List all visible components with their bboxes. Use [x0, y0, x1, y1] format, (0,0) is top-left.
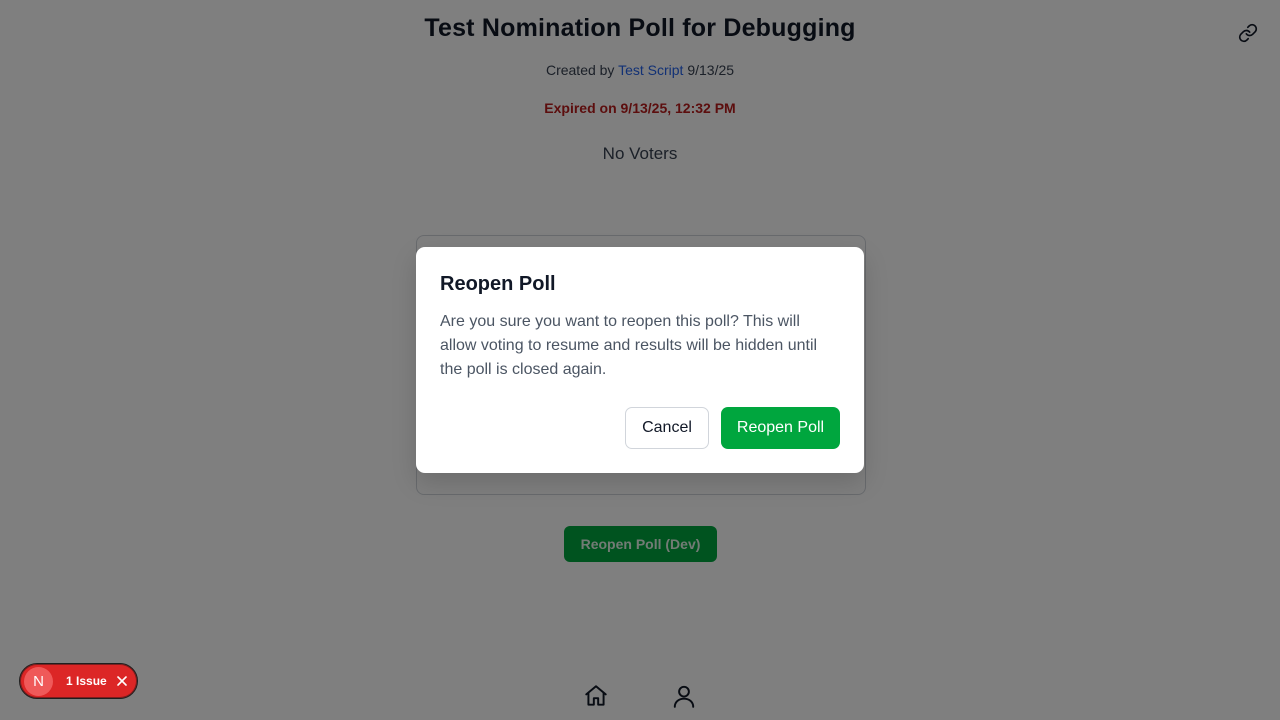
dev-issues-badge[interactable]: N 1 Issue	[19, 663, 138, 699]
close-icon[interactable]	[114, 673, 130, 689]
cancel-button[interactable]: Cancel	[625, 407, 709, 449]
reopen-poll-button[interactable]: Reopen Poll	[721, 407, 840, 449]
nextjs-logo-icon[interactable]: N	[24, 667, 53, 696]
dialog-message: Are you sure you want to reopen this pol…	[440, 313, 818, 378]
issues-count[interactable]: 1 Issue	[66, 674, 107, 688]
dialog-title: Reopen Poll	[440, 273, 556, 295]
poll-page: Test Nomination Poll for Debugging Creat…	[0, 0, 1280, 720]
reopen-poll-dialog: Reopen Poll Are you sure you want to reo…	[416, 247, 864, 473]
